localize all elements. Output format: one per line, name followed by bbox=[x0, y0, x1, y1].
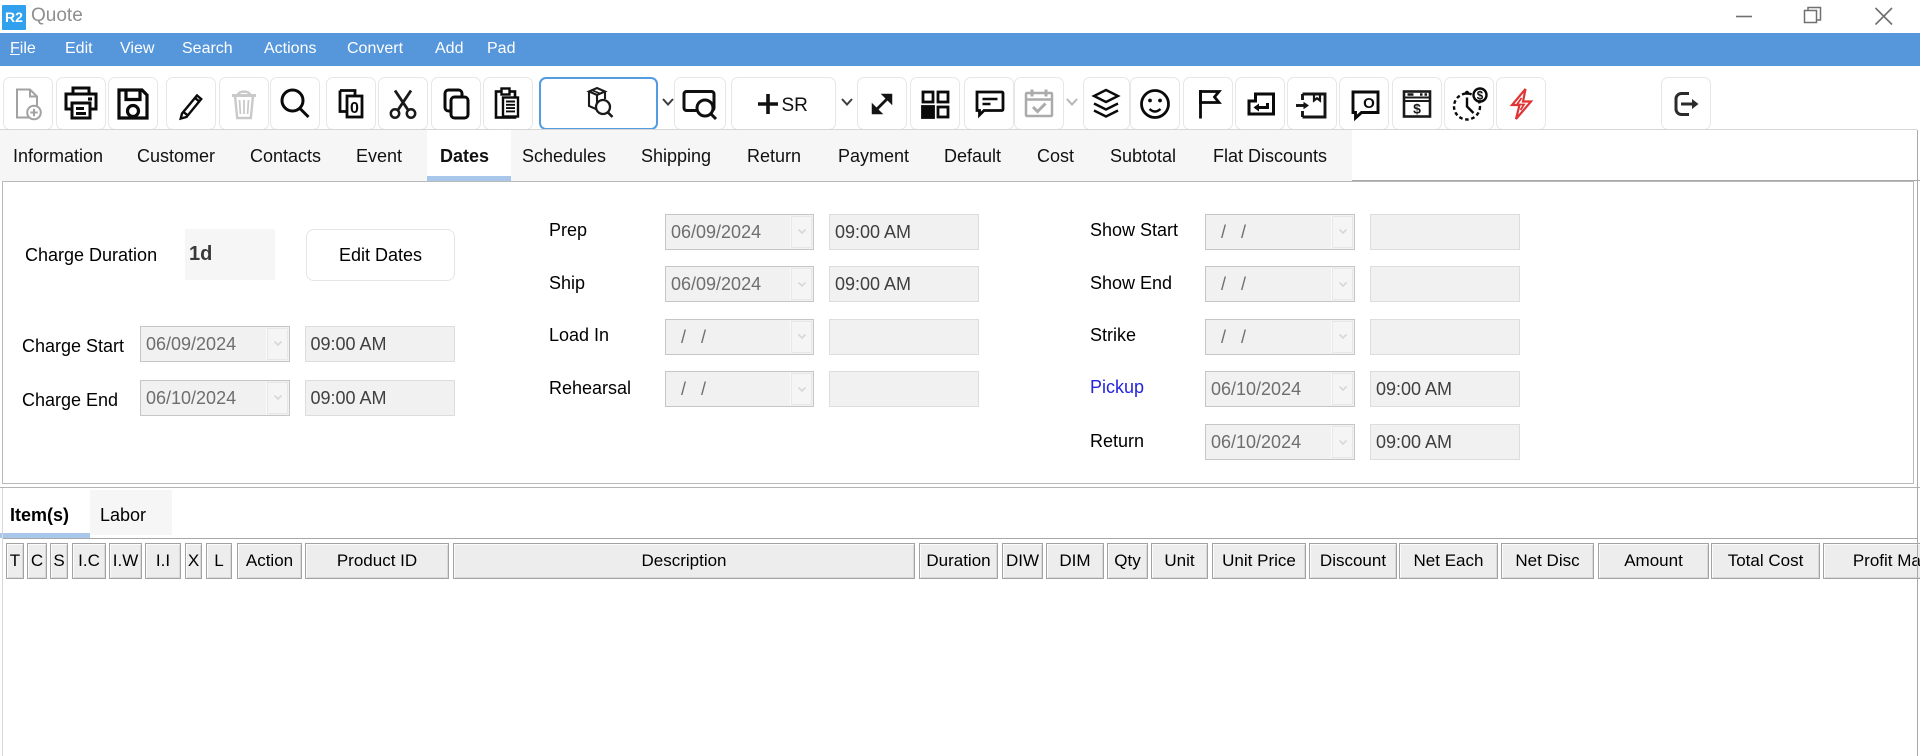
svg-text:0: 0 bbox=[350, 100, 359, 117]
svg-text:SR: SR bbox=[781, 95, 807, 116]
svg-text:$: $ bbox=[1413, 100, 1421, 116]
svg-text:O: O bbox=[1363, 95, 1375, 112]
svg-text:$: $ bbox=[1477, 90, 1484, 102]
